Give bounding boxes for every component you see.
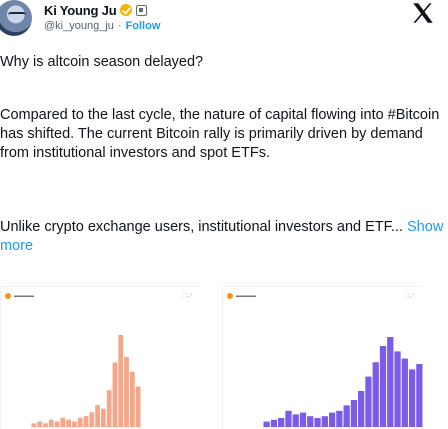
chart-bar: [54, 421, 60, 427]
chart-bar: [270, 419, 278, 427]
paragraph-text: Unlike crypto exchange users, institutio…: [0, 219, 403, 235]
chart-bar: [350, 400, 358, 427]
handle-row: @ki_young_ju · Follow: [44, 20, 160, 32]
chart-bar: [328, 412, 336, 427]
chart-bar: [321, 416, 328, 427]
author-name[interactable]: Ki Young Ju: [44, 3, 117, 18]
chart-bar: [37, 421, 43, 427]
x-logo-icon[interactable]: [410, 0, 436, 26]
chart-bar: [60, 417, 66, 427]
chart-bar: [292, 414, 299, 427]
chart-bar: [43, 423, 48, 427]
avatar[interactable]: [0, 0, 32, 36]
author-name-row: Ki Young Ju: [44, 2, 148, 18]
chart-bar: [394, 351, 401, 427]
chart-bar: [106, 390, 112, 427]
chart-bar: [365, 376, 372, 427]
chart-bar: [358, 391, 365, 427]
chart-bar: [83, 415, 89, 427]
tweet-header: Ki Young Ju @ki_young_ju · Follow: [0, 0, 448, 44]
chart-bar: [336, 410, 343, 427]
chart-bar: [263, 421, 270, 427]
chart-bar: [48, 419, 54, 427]
chart-bar: [135, 386, 141, 427]
chart-bar: [408, 369, 416, 427]
chart-bar: [124, 357, 129, 427]
chart-bar: [285, 410, 292, 427]
chart-image-right[interactable]: ▬▬▬▬ ⛶ ⤢: [222, 286, 423, 429]
chart-bar: [379, 346, 387, 427]
chart-bar: [278, 418, 285, 427]
author-handle[interactable]: @ki_young_ju: [44, 20, 114, 32]
chart-bar: [307, 416, 314, 427]
chart-bar: [100, 408, 106, 427]
chart-bar: [95, 404, 100, 427]
chart-bar: [416, 364, 423, 427]
tweet-paragraph: Compared to the last cycle, the nature o…: [0, 107, 440, 161]
chart-bar: [72, 421, 77, 427]
chart-bar: [31, 423, 37, 427]
bar-chart-left: [31, 335, 141, 428]
follow-button[interactable]: Follow: [126, 20, 161, 32]
tweet-question: Why is altcoin season delayed?: [0, 54, 204, 70]
chart-bar: [314, 418, 321, 427]
chart-bar: [129, 371, 135, 427]
affiliation-badge-icon: [136, 4, 148, 16]
verified-badge-icon: [120, 4, 133, 16]
chart-bar: [112, 362, 118, 427]
chart-bar: [387, 337, 394, 427]
chart-image-left[interactable]: ▬▬▬▬ ⛶ ⤢: [0, 286, 200, 429]
chart-bar: [66, 419, 72, 427]
chart-bar: [372, 362, 379, 427]
chart-bar: [118, 335, 124, 427]
chart-bar: [401, 358, 408, 427]
chart-bar: [77, 417, 83, 427]
bar-chart-right: [263, 337, 423, 428]
tweet-paragraph-truncated: Unlike crypto exchange users, institutio…: [0, 218, 446, 256]
chart-bar: [299, 412, 307, 427]
separator-dot: ·: [117, 20, 122, 32]
chart-bar: [343, 405, 350, 427]
chart-bar: [89, 412, 95, 427]
